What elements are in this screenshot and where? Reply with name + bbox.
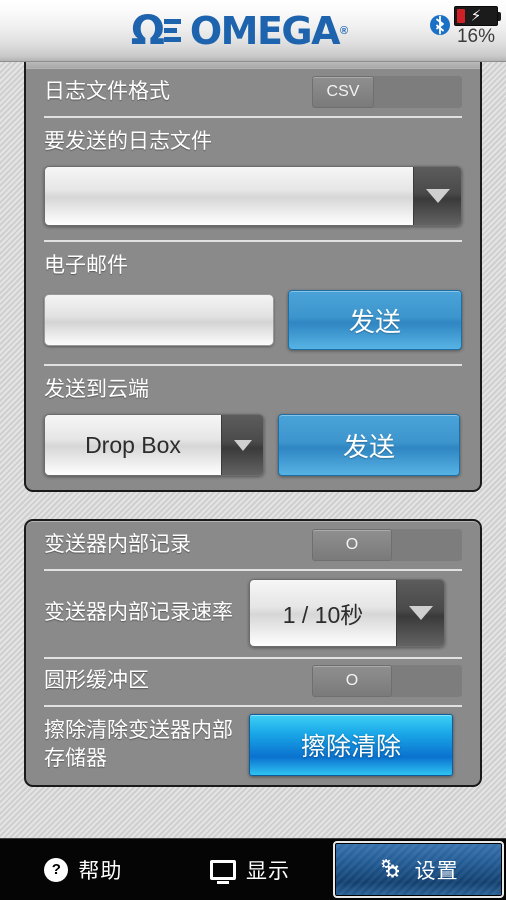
battery-block: ⚡ 16% bbox=[454, 6, 501, 47]
row-transmitter-internal-logging: 变送器内部记录 O bbox=[26, 521, 480, 569]
bluetooth-icon bbox=[430, 12, 450, 43]
omega-symbol-icon: Ω bbox=[130, 7, 165, 54]
row-label: 圆形缓冲区 bbox=[44, 669, 149, 692]
tab-help[interactable]: ? 帮助 bbox=[0, 839, 167, 900]
row-label: 变送器内部记录速率 bbox=[44, 601, 233, 624]
log-file-dropdown-value bbox=[45, 167, 413, 225]
row-label: 变送器内部记录 bbox=[44, 533, 191, 556]
logo-bars-icon bbox=[163, 19, 181, 42]
send-email-button[interactable]: 发送 bbox=[288, 290, 462, 350]
chevron-down-icon[interactable] bbox=[413, 167, 461, 225]
tab-display[interactable]: 显示 bbox=[167, 839, 334, 900]
gear-icon bbox=[379, 858, 405, 882]
settings-scroll-area[interactable]: 日志文件格式 CSV 要发送的日志文件 电子邮件 发送 发送到云端 Drop B… bbox=[0, 62, 506, 838]
row-log-file-format: 日志文件格式 CSV bbox=[26, 68, 480, 116]
registered-mark: ® bbox=[340, 24, 348, 37]
monitor-icon bbox=[210, 859, 236, 880]
internal-logging-toggle[interactable]: O bbox=[312, 529, 462, 561]
status-cluster: ⚡ 16% bbox=[430, 6, 501, 47]
cloud-service-dropdown[interactable]: Drop Box bbox=[44, 414, 264, 476]
email-input[interactable] bbox=[44, 294, 274, 346]
segment-csv[interactable]: CSV bbox=[312, 76, 374, 108]
logging-rate-value: 1 / 10秒 bbox=[250, 580, 396, 646]
row-erase-memory: 擦除清除变送器内部存储器 擦除清除 bbox=[26, 705, 480, 785]
chevron-down-icon[interactable] bbox=[396, 580, 444, 646]
chevron-down-icon[interactable] bbox=[221, 415, 263, 475]
tab-label: 显示 bbox=[246, 859, 290, 883]
battery-percent: 16% bbox=[456, 26, 496, 47]
row-label: 日志文件格式 bbox=[44, 80, 170, 103]
logging-rate-dropdown[interactable]: 1 / 10秒 bbox=[249, 579, 445, 647]
cloud-service-value: Drop Box bbox=[45, 415, 221, 475]
toggle-value[interactable]: O bbox=[312, 665, 392, 697]
tab-label: 帮助 bbox=[78, 859, 123, 883]
app-header: Ω OMEGA ® ⚡ 16% bbox=[0, 0, 506, 62]
circular-buffer-toggle[interactable]: O bbox=[312, 665, 462, 697]
omega-logo: Ω OMEGA ® bbox=[130, 7, 348, 54]
erase-memory-button[interactable]: 擦除清除 bbox=[249, 714, 453, 776]
row-log-file-to-send: 要发送的日志文件 bbox=[26, 116, 480, 240]
tab-label: 设置 bbox=[414, 859, 459, 883]
bottom-tab-bar: ? 帮助 显示 设置 bbox=[0, 838, 506, 900]
row-internal-logging-rate: 变送器内部记录速率 1 / 10秒 bbox=[26, 569, 480, 657]
panel-logging: 日志文件格式 CSV 要发送的日志文件 电子邮件 发送 发送到云端 Drop B… bbox=[24, 68, 482, 492]
brand-name: OMEGA bbox=[189, 8, 341, 53]
toggle-value[interactable]: O bbox=[312, 529, 392, 561]
row-send-to-cloud: 发送到云端 Drop Box 发送 bbox=[26, 364, 480, 490]
send-cloud-button[interactable]: 发送 bbox=[278, 414, 460, 476]
row-label: 要发送的日志文件 bbox=[44, 130, 212, 153]
help-circle-icon: ? bbox=[44, 857, 69, 882]
panel-device: 变送器内部记录 O 变送器内部记录速率 1 / 10秒 圆形缓冲区 O 擦除清除… bbox=[24, 519, 482, 787]
app-root: Ω OMEGA ® ⚡ 16% 日志文件格式 CSV 要发送的日志文件 电子邮件… bbox=[0, 0, 506, 900]
battery-charging-icon: ⚡ bbox=[454, 6, 501, 26]
row-circular-buffer: 圆形缓冲区 O bbox=[26, 657, 480, 705]
row-label: 电子邮件 bbox=[44, 254, 128, 277]
log-file-dropdown[interactable] bbox=[44, 166, 462, 226]
row-email: 电子邮件 发送 bbox=[26, 240, 480, 364]
log-format-segmented-control[interactable]: CSV bbox=[312, 76, 462, 108]
tab-settings[interactable]: 设置 bbox=[333, 841, 505, 898]
row-label: 擦除清除变送器内部存储器 bbox=[44, 719, 233, 770]
row-label: 发送到云端 bbox=[44, 378, 149, 401]
